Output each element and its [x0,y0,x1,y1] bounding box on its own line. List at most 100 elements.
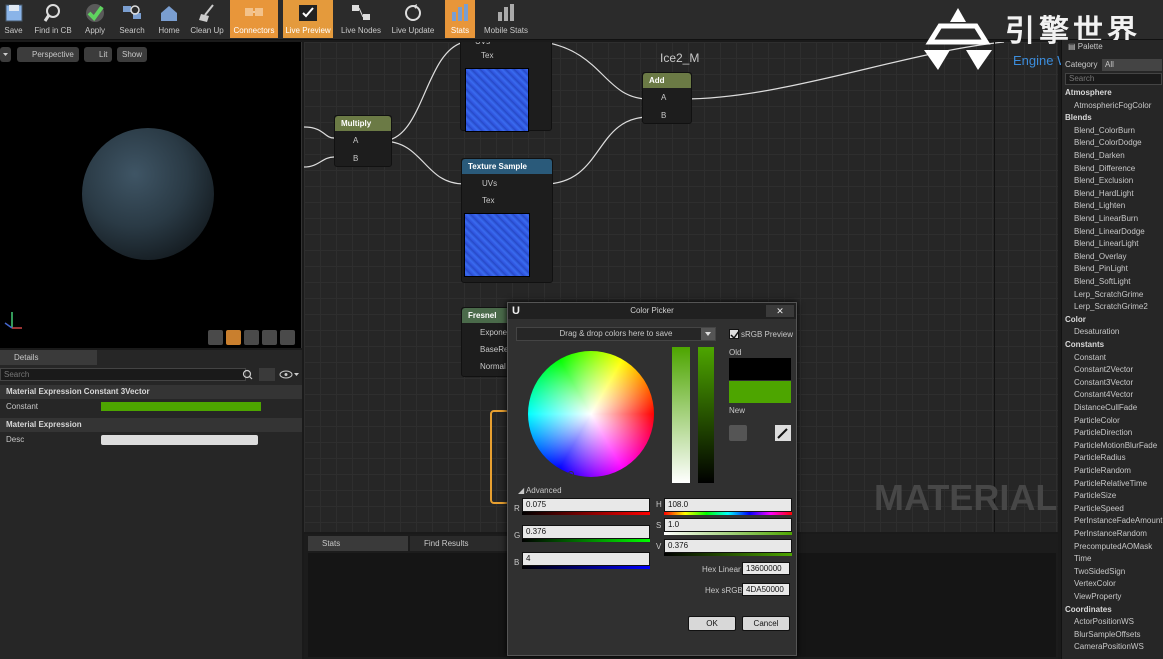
palette-item[interactable]: ParticleSpeed [1074,504,1124,513]
tab-stats[interactable]: Stats [308,536,408,551]
h-input[interactable]: 108.0 [664,498,792,512]
pin-uvs[interactable]: UVs [475,42,490,51]
palette-item[interactable]: ActorPositionWS [1074,617,1134,626]
cylinder-shape-button[interactable] [208,330,223,345]
palette-category[interactable]: Coordinates [1065,605,1112,614]
category-material-expression[interactable]: Material Expression [0,418,302,432]
eye-icon[interactable] [278,368,300,381]
r-input[interactable]: 0.075 [522,498,650,512]
palette-item[interactable]: Blend_PinLight [1074,264,1128,273]
v-input[interactable]: 0.376 [664,539,792,553]
palette-item[interactable]: Blend_Darken [1074,151,1125,160]
live-nodes-button[interactable]: Live Nodes [338,0,384,38]
hex-srgb-input[interactable]: 4DA50000 [742,583,790,596]
palette-item[interactable]: Constant3Vector [1074,378,1133,387]
palette-category[interactable]: Constants [1065,340,1104,349]
palette-item[interactable]: ViewProperty [1074,592,1121,601]
category-constant3vector[interactable]: Material Expression Constant 3Vector [0,385,302,399]
palette-item[interactable]: Blend_HardLight [1074,189,1134,198]
find-in-cb-button[interactable]: Find in CB [30,0,76,38]
palette-item[interactable]: VertexColor [1074,579,1116,588]
palette-item[interactable]: AtmosphericFogColor [1074,101,1151,110]
pin-tex[interactable]: Tex [481,51,493,65]
palette-item[interactable]: ParticleRandom [1074,466,1131,475]
palette-item[interactable]: Time [1074,554,1091,563]
value-slider[interactable] [698,347,714,483]
plane-shape-button[interactable] [244,330,259,345]
live-update-button[interactable]: Live Update [388,0,438,38]
pin-b[interactable]: B [661,111,666,125]
palette-item[interactable]: ParticleSize [1074,491,1116,500]
palette-item[interactable]: Blend_Difference [1074,164,1135,173]
palette-item[interactable]: Blend_LinearDodge [1074,227,1145,236]
save-button[interactable]: Save [0,0,27,38]
palette-item[interactable]: DistanceCullFade [1074,403,1137,412]
palette-item[interactable]: Blend_Exclusion [1074,176,1133,185]
color-wheel[interactable] [528,351,654,477]
palette-item[interactable]: Blend_ColorBurn [1074,126,1135,135]
ok-button[interactable]: OK [688,616,736,631]
desc-input[interactable] [101,435,258,445]
s-slider-track[interactable] [664,532,792,535]
g-slider-track[interactable] [522,539,650,542]
cancel-button[interactable]: Cancel [742,616,790,631]
srgb-preview-checkbox[interactable] [729,329,740,340]
palette-item[interactable]: Blend_Lighten [1074,201,1125,210]
color-theme-dropzone[interactable]: Drag & drop colors here to save [516,327,716,341]
color-wheel-toggle-button[interactable] [729,425,747,441]
palette-item[interactable]: Constant4Vector [1074,390,1133,399]
hex-linear-input[interactable]: 13600000 [742,562,790,575]
apply-button[interactable]: Apply [80,0,110,38]
palette-category[interactable]: Blends [1065,113,1092,122]
palette-item[interactable]: Blend_Overlay [1074,252,1126,261]
palette-item[interactable]: ParticleDirection [1074,428,1132,437]
palette-item[interactable]: BlurSampleOffsets [1074,630,1141,639]
add-node[interactable]: Add A B [642,72,692,124]
sphere-shape-button[interactable] [226,330,241,345]
mesh-shape-button[interactable] [280,330,295,345]
palette-item[interactable]: Lerp_ScratchGrime2 [1074,302,1148,311]
palette-item[interactable]: ParticleRelativeTime [1074,479,1147,488]
palette-item[interactable]: PrecomputedAOMask [1074,542,1152,551]
palette-item[interactable]: Constant2Vector [1074,365,1133,374]
theme-dropdown-button[interactable] [701,328,715,340]
h-slider-track[interactable] [664,512,792,515]
g-input[interactable]: 0.376 [522,525,650,539]
advanced-toggle[interactable]: ◢ Advanced [518,486,562,495]
lit-button[interactable]: Lit [84,47,113,62]
palette-item[interactable]: PerInstanceRandom [1074,529,1147,538]
palette-item[interactable]: Lerp_ScratchGrime [1074,290,1143,299]
pin-tex[interactable]: Tex [482,196,494,210]
texture-sample-node-top[interactable]: UVs Tex [460,42,552,132]
close-button[interactable]: ✕ [766,305,794,317]
pin-b[interactable]: B [353,154,358,168]
palette-category[interactable]: Atmosphere [1065,88,1112,97]
cube-shape-button[interactable] [262,330,277,345]
details-search-input[interactable]: Search [0,368,246,381]
pin-base-reflect[interactable]: BaseRe [480,345,508,359]
constant-color-swatch[interactable] [101,402,261,411]
saturation-slider[interactable] [672,347,690,483]
s-input[interactable]: 1.0 [664,518,792,532]
pin-a[interactable]: A [661,93,666,107]
search-button[interactable]: Search [116,0,148,38]
texture-sample-node[interactable]: Texture Sample UVs Tex [461,158,553,283]
palette-item[interactable]: ParticleColor [1074,416,1120,425]
palette-item[interactable]: ParticleRadius [1074,453,1126,462]
pin-uvs[interactable]: UVs [482,179,497,193]
v-slider-track[interactable] [664,553,792,556]
palette-item[interactable]: Blend_LinearLight [1074,239,1139,248]
home-button[interactable]: Home [154,0,184,38]
tab-find-results[interactable]: Find Results [410,536,508,551]
multiply-node[interactable]: Multiply A B [334,115,392,167]
palette-item[interactable]: Blend_ColorDodge [1074,138,1142,147]
perspective-button[interactable]: Perspective [17,47,79,62]
category-select[interactable]: All [1102,59,1162,71]
eyedropper-button[interactable] [775,425,791,441]
palette-item[interactable]: Desaturation [1074,327,1119,336]
palette-item[interactable]: CameraPositionWS [1074,642,1144,651]
viewport-menu-button[interactable] [0,47,11,62]
mobile-stats-button[interactable]: Mobile Stats [480,0,532,38]
pin-exponent[interactable]: Expone [480,328,507,342]
palette-item[interactable]: ParticleMotionBlurFade [1074,441,1157,450]
